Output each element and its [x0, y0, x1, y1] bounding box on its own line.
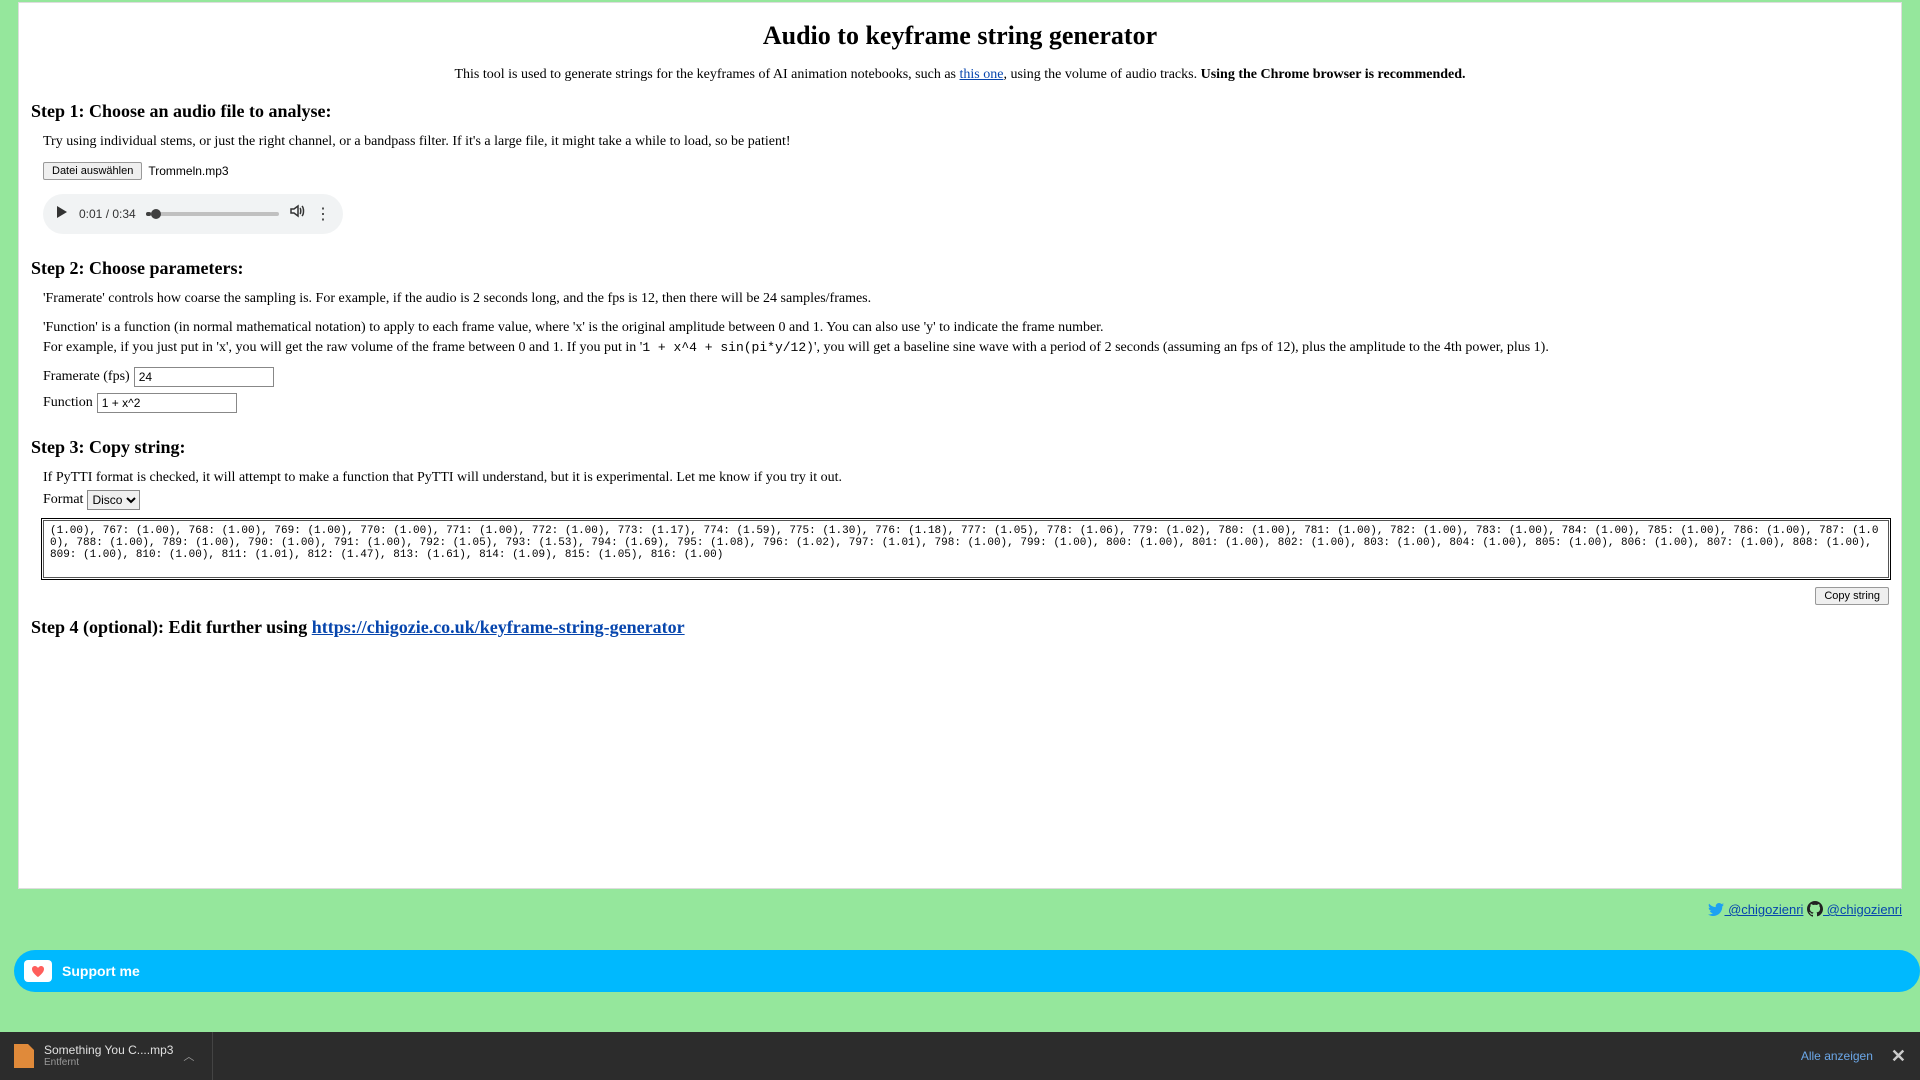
download-bar: Something You C....mp3 Entfernt ︿ Alle a…	[0, 1032, 1920, 1080]
step3-content: If PyTTI format is checked, it will atte…	[31, 468, 1889, 605]
function-example-code: 1 + x^4 + sin(pi*y/12)	[642, 340, 814, 355]
framerate-desc: 'Framerate' controls how coarse the samp…	[43, 289, 1889, 309]
example-notebook-link[interactable]: this one	[960, 67, 1004, 82]
function-label: Function	[43, 395, 93, 411]
function-desc-line2-post: ', you will get a baseline sine wave wit…	[814, 340, 1549, 355]
file-icon	[14, 1044, 34, 1068]
output-textarea[interactable]	[43, 520, 1889, 578]
function-input[interactable]	[97, 393, 237, 413]
download-filename: Something You C....mp3	[44, 1043, 173, 1057]
framerate-row: Framerate (fps)	[43, 367, 1889, 387]
volume-icon[interactable]	[289, 203, 305, 224]
framerate-label: Framerate (fps)	[43, 369, 130, 385]
chevron-up-icon[interactable]: ︿	[183, 1048, 194, 1064]
support-me-button[interactable]: Support me	[14, 950, 1920, 992]
format-select[interactable]: Disco	[87, 490, 140, 510]
audio-progress-bar[interactable]	[146, 212, 279, 216]
download-item[interactable]: Something You C....mp3 Entfernt ︿	[14, 1032, 213, 1080]
copy-row: Copy string	[43, 587, 1889, 605]
kofi-heart-icon	[24, 960, 52, 982]
step1-hint: Try using individual stems, or just the …	[43, 132, 1889, 152]
play-icon[interactable]	[55, 205, 69, 222]
file-input-row: Datei auswählen Trommeln.mp3	[43, 162, 1889, 180]
step4-heading: Step 4 (optional): Edit further using ht…	[31, 617, 1889, 638]
function-row: Function	[43, 393, 1889, 413]
download-bar-right: Alle anzeigen ✕	[1801, 1046, 1906, 1067]
step2-content: 'Framerate' controls how coarse the samp…	[31, 289, 1889, 414]
more-icon[interactable]: ⋮	[315, 204, 331, 224]
audio-player[interactable]: 0:01 / 0:34 ⋮	[43, 194, 343, 234]
function-desc: 'Function' is a function (in normal math…	[43, 318, 1889, 357]
step3-heading: Step 3: Copy string:	[31, 437, 1889, 458]
function-desc-line1: 'Function' is a function (in normal math…	[43, 320, 1104, 335]
subtitle-pre: This tool is used to generate strings fo…	[454, 67, 959, 82]
subtitle-strong: Using the Chrome browser is recommended.	[1201, 67, 1466, 82]
download-status: Entfernt	[44, 1057, 173, 1069]
chosen-file-name: Trommeln.mp3	[148, 164, 228, 178]
twitter-icon	[1708, 903, 1724, 919]
main-panel: Audio to keyframe string generator This …	[18, 2, 1902, 889]
pytti-note: If PyTTI format is checked, it will atte…	[43, 468, 1889, 488]
page-title: Audio to keyframe string generator	[31, 21, 1889, 51]
step4-heading-pre: Step 4 (optional): Edit further using	[31, 617, 312, 637]
show-all-downloads-link[interactable]: Alle anzeigen	[1801, 1049, 1873, 1063]
subtitle-mid: , using the volume of audio tracks.	[1003, 67, 1200, 82]
step2-heading: Step 2: Choose parameters:	[31, 258, 1889, 279]
audio-time: 0:01 / 0:34	[79, 207, 136, 221]
close-icon[interactable]: ✕	[1891, 1046, 1906, 1067]
subtitle: This tool is used to generate strings fo…	[31, 67, 1889, 83]
copy-string-button[interactable]: Copy string	[1815, 587, 1889, 605]
github-link[interactable]: @chigozienri	[1823, 902, 1902, 917]
twitter-link[interactable]: @chigozienri	[1724, 902, 1803, 917]
format-label: Format	[43, 492, 83, 508]
function-desc-line2-pre: For example, if you just put in 'x', you…	[43, 340, 642, 355]
footer-links: @chigozienri @chigozienri	[0, 897, 1920, 920]
github-icon	[1807, 901, 1823, 920]
keyframe-editor-link[interactable]: https://chigozie.co.uk/keyframe-string-g…	[312, 617, 685, 637]
format-row: Format Disco	[43, 490, 1889, 510]
support-me-label: Support me	[62, 963, 140, 979]
framerate-input[interactable]	[134, 367, 274, 387]
step1-content: Try using individual stems, or just the …	[31, 132, 1889, 234]
choose-file-button[interactable]: Datei auswählen	[43, 162, 142, 180]
step1-heading: Step 1: Choose an audio file to analyse:	[31, 101, 1889, 122]
download-text: Something You C....mp3 Entfernt	[44, 1043, 173, 1069]
